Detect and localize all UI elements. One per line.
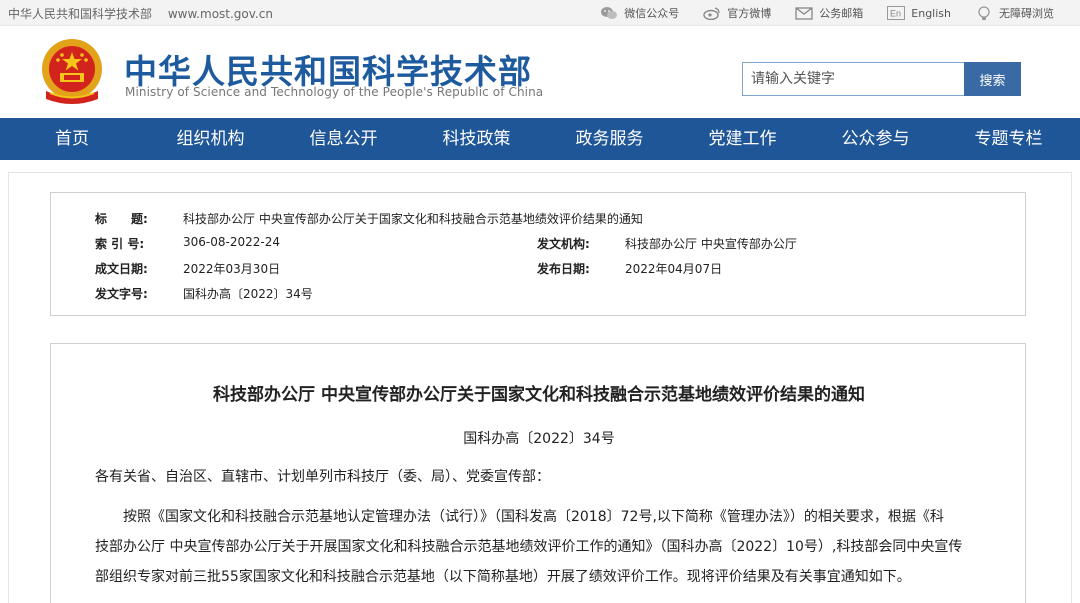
nav-item-services[interactable]: 政务服务 — [543, 118, 676, 160]
national-emblem-icon[interactable] — [38, 37, 106, 109]
nav-item-special-topics[interactable]: 专题专栏 — [942, 118, 1075, 160]
meta-docno-label: 发文字号: — [95, 287, 148, 301]
wechat-icon — [600, 6, 618, 20]
meta-docno-value: 国科办高〔2022〕34号 — [183, 287, 313, 301]
utility-links: 微信公众号 官方微博 公务邮箱 En English 无障碍浏览 — [576, 4, 1054, 22]
article-title: 科技部办公厅 中央宣传部办公厅关于国家文化和科技融合示范基地绩效评价结果的通知 — [213, 385, 865, 405]
nav-item-policy[interactable]: 科技政策 — [410, 118, 543, 160]
wechat-link[interactable]: 微信公众号 — [600, 5, 679, 21]
accessibility-link[interactable]: 无障碍浏览 — [975, 5, 1054, 21]
meta-published-label: 发布日期: — [537, 262, 590, 276]
main-nav: 首页 组织机构 信息公开 科技政策 政务服务 党建工作 公众参与 专题专栏 — [0, 118, 1080, 160]
wechat-label: 微信公众号 — [624, 7, 680, 20]
weibo-icon — [703, 6, 721, 20]
meta-created-label: 成文日期: — [95, 262, 148, 276]
meta-index-label: 索 引 号: — [95, 237, 145, 251]
meta-issuer-value: 科技部办公厅 中央宣传部办公厅 — [625, 237, 797, 251]
weibo-link[interactable]: 官方微博 — [703, 5, 771, 21]
article-paragraph-line: 按照《国家文化和科技融合示范基地认定管理办法（试行）》（国科发高〔2018〕72… — [123, 509, 944, 525]
nav-item-organization[interactable]: 组织机构 — [144, 118, 277, 160]
mail-link[interactable]: 公务邮箱 — [795, 5, 863, 21]
site-url[interactable]: www.most.gov.cn — [168, 7, 273, 21]
search-input[interactable] — [742, 62, 965, 96]
english-label: English — [911, 6, 951, 20]
nav-item-public-participation[interactable]: 公众参与 — [809, 118, 942, 160]
nav-item-home[interactable]: 首页 — [0, 118, 144, 160]
accessibility-icon — [975, 6, 993, 20]
meta-title-value: 科技部办公厅 中央宣传部办公厅关于国家文化和科技融合示范基地绩效评价结果的通知 — [183, 212, 643, 226]
english-icon: En — [887, 6, 906, 20]
accessibility-label: 无障碍浏览 — [999, 7, 1054, 20]
site-identity: 中华人民共和国科学技术部 www.most.gov.cn — [8, 5, 285, 22]
article-paragraph-line: 部组织专家对前三批55家国家文化和科技融合示范基地（以下简称基地）开展了绩效评价… — [95, 569, 911, 585]
nav-item-public-info[interactable]: 信息公开 — [277, 118, 410, 160]
meta-index-value: 306-08-2022-24 — [183, 235, 280, 249]
article-salutation: 各有关省、自治区、直辖市、计划单列市科技厅（委、局）、党委宣传部： — [95, 469, 550, 485]
mail-icon — [795, 6, 813, 20]
site-header: 中华人民共和国科学技术部 Ministry of Science and Tec… — [0, 27, 1080, 118]
site-name: 中华人民共和国科学技术部 — [8, 7, 153, 21]
weibo-label: 官方微博 — [727, 7, 772, 20]
mail-label: 公务邮箱 — [819, 7, 864, 20]
search-button[interactable]: 搜索 — [964, 62, 1021, 96]
svg-text:En: En — [890, 9, 901, 19]
nav-item-party[interactable]: 党建工作 — [676, 118, 809, 160]
english-link[interactable]: En English — [887, 6, 951, 20]
meta-title-label: 标 题: — [95, 212, 148, 226]
meta-created-value: 2022年03月30日 — [183, 262, 281, 276]
ministry-title-en: Ministry of Science and Technology of th… — [125, 85, 544, 99]
meta-issuer-label: 发文机构: — [537, 237, 590, 251]
document-metadata: 标 题: 科技部办公厅 中央宣传部办公厅关于国家文化和科技融合示范基地绩效评价结… — [50, 192, 1026, 316]
article-body: 科技部办公厅 中央宣传部办公厅关于国家文化和科技融合示范基地绩效评价结果的通知 … — [50, 343, 1026, 603]
article-doc-number: 国科办高〔2022〕34号 — [463, 431, 615, 447]
meta-published-value: 2022年04月07日 — [625, 262, 723, 276]
article-paragraph-line: 技部办公厅 中央宣传部办公厅关于开展国家文化和科技融合示范基地绩效评价工作的通知… — [95, 539, 963, 555]
top-utility-bar: 中华人民共和国科学技术部 www.most.gov.cn 微信公众号 官方微博 … — [0, 0, 1080, 26]
